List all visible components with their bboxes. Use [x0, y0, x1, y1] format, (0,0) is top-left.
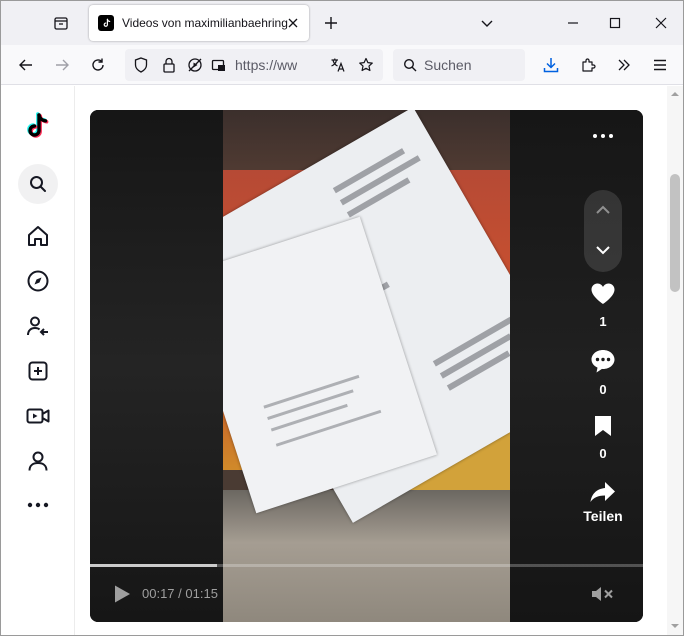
- video-progress-bar[interactable]: [90, 564, 643, 567]
- tab-title: Videos von maximilianbaehring: [122, 16, 288, 30]
- video-frame[interactable]: [223, 110, 510, 622]
- time-separator: /: [174, 586, 186, 601]
- live-video-icon[interactable]: [18, 396, 58, 436]
- maximize-icon[interactable]: [601, 9, 629, 37]
- tiktok-favicon-icon: [98, 15, 114, 31]
- close-window-icon[interactable]: [647, 9, 675, 37]
- downloads-icon[interactable]: [537, 51, 565, 79]
- search-placeholder: Suchen: [424, 57, 472, 73]
- bookmark-icon: [595, 416, 611, 436]
- new-tab-icon[interactable]: [319, 11, 343, 35]
- search-bar[interactable]: Suchen: [393, 49, 525, 81]
- scroll-down-arrow-icon[interactable]: [671, 622, 679, 630]
- close-tab-icon[interactable]: [285, 15, 301, 31]
- more-tools-chevron-icon[interactable]: [610, 51, 638, 79]
- hamburger-menu-icon[interactable]: [646, 51, 674, 79]
- tab-strip: Videos von maximilianbaehring: [1, 1, 683, 45]
- search-icon[interactable]: [18, 164, 58, 204]
- save-button[interactable]: 0: [580, 414, 626, 461]
- more-options-icon[interactable]: [588, 124, 618, 148]
- duration: 01:15: [185, 586, 218, 601]
- page-scrollbar[interactable]: [667, 86, 683, 635]
- muted-speaker-icon[interactable]: [590, 582, 614, 606]
- more-dots-icon[interactable]: [18, 485, 58, 525]
- tracking-protection-shield-icon[interactable]: [133, 57, 149, 73]
- comment-icon: [591, 350, 615, 373]
- bookmark-star-icon[interactable]: [358, 57, 374, 73]
- autoplay-blocked-icon[interactable]: [187, 57, 203, 73]
- url-bar[interactable]: https://www.tiktok.com: [125, 49, 383, 81]
- share-label: Teilen: [583, 508, 623, 524]
- firefox-view-icon[interactable]: [49, 11, 73, 35]
- share-button[interactable]: Teilen: [580, 480, 626, 524]
- camera-permission-icon[interactable]: [211, 57, 227, 73]
- active-tab[interactable]: Videos von maximilianbaehring: [89, 5, 309, 41]
- save-count: 0: [599, 446, 607, 461]
- video-player[interactable]: 1 0 0 Teilen 00:17 / 01:15: [90, 110, 643, 622]
- video-progress-fill: [90, 564, 218, 567]
- home-icon[interactable]: [18, 216, 58, 256]
- scrollbar-thumb[interactable]: [670, 174, 680, 292]
- url-text: https://www.tiktok.com: [235, 57, 297, 73]
- like-count: 1: [599, 314, 607, 329]
- heart-icon: [591, 283, 615, 304]
- sidebar: [1, 86, 75, 635]
- following-icon[interactable]: [18, 306, 58, 346]
- list-all-tabs-icon[interactable]: [475, 11, 499, 35]
- scroll-up-arrow-icon[interactable]: [671, 90, 679, 98]
- browser-window: Videos von maximilianbaehring https://ww…: [0, 0, 684, 636]
- navigation-toolbar: https://www.tiktok.com Suchen: [1, 45, 683, 85]
- tiktok-logo-icon[interactable]: [18, 106, 58, 146]
- current-time: 00:17: [142, 586, 175, 601]
- explore-compass-icon[interactable]: [18, 261, 58, 301]
- play-icon[interactable]: [110, 582, 134, 606]
- upload-plus-icon[interactable]: [18, 351, 58, 391]
- back-arrow-icon[interactable]: [12, 51, 40, 79]
- video-navigation: [584, 190, 622, 272]
- extensions-icon[interactable]: [574, 51, 602, 79]
- like-button[interactable]: 1: [580, 282, 626, 329]
- previous-video-chevron-up-icon[interactable]: [591, 198, 615, 222]
- page-content: 1 0 0 Teilen 00:17 / 01:15: [1, 86, 683, 635]
- minimize-icon[interactable]: [559, 9, 587, 37]
- lock-icon[interactable]: [161, 57, 177, 73]
- search-icon: [402, 57, 418, 73]
- video-time: 00:17 / 01:15: [142, 586, 218, 601]
- share-arrow-icon: [590, 482, 615, 502]
- next-video-chevron-down-icon[interactable]: [591, 238, 615, 262]
- comment-button[interactable]: 0: [580, 348, 626, 397]
- reload-icon[interactable]: [84, 51, 112, 79]
- forward-arrow-icon[interactable]: [48, 51, 76, 79]
- profile-icon[interactable]: [18, 441, 58, 481]
- comment-count: 0: [599, 382, 607, 397]
- video-blur-left: [90, 110, 223, 622]
- translate-icon[interactable]: [330, 57, 346, 73]
